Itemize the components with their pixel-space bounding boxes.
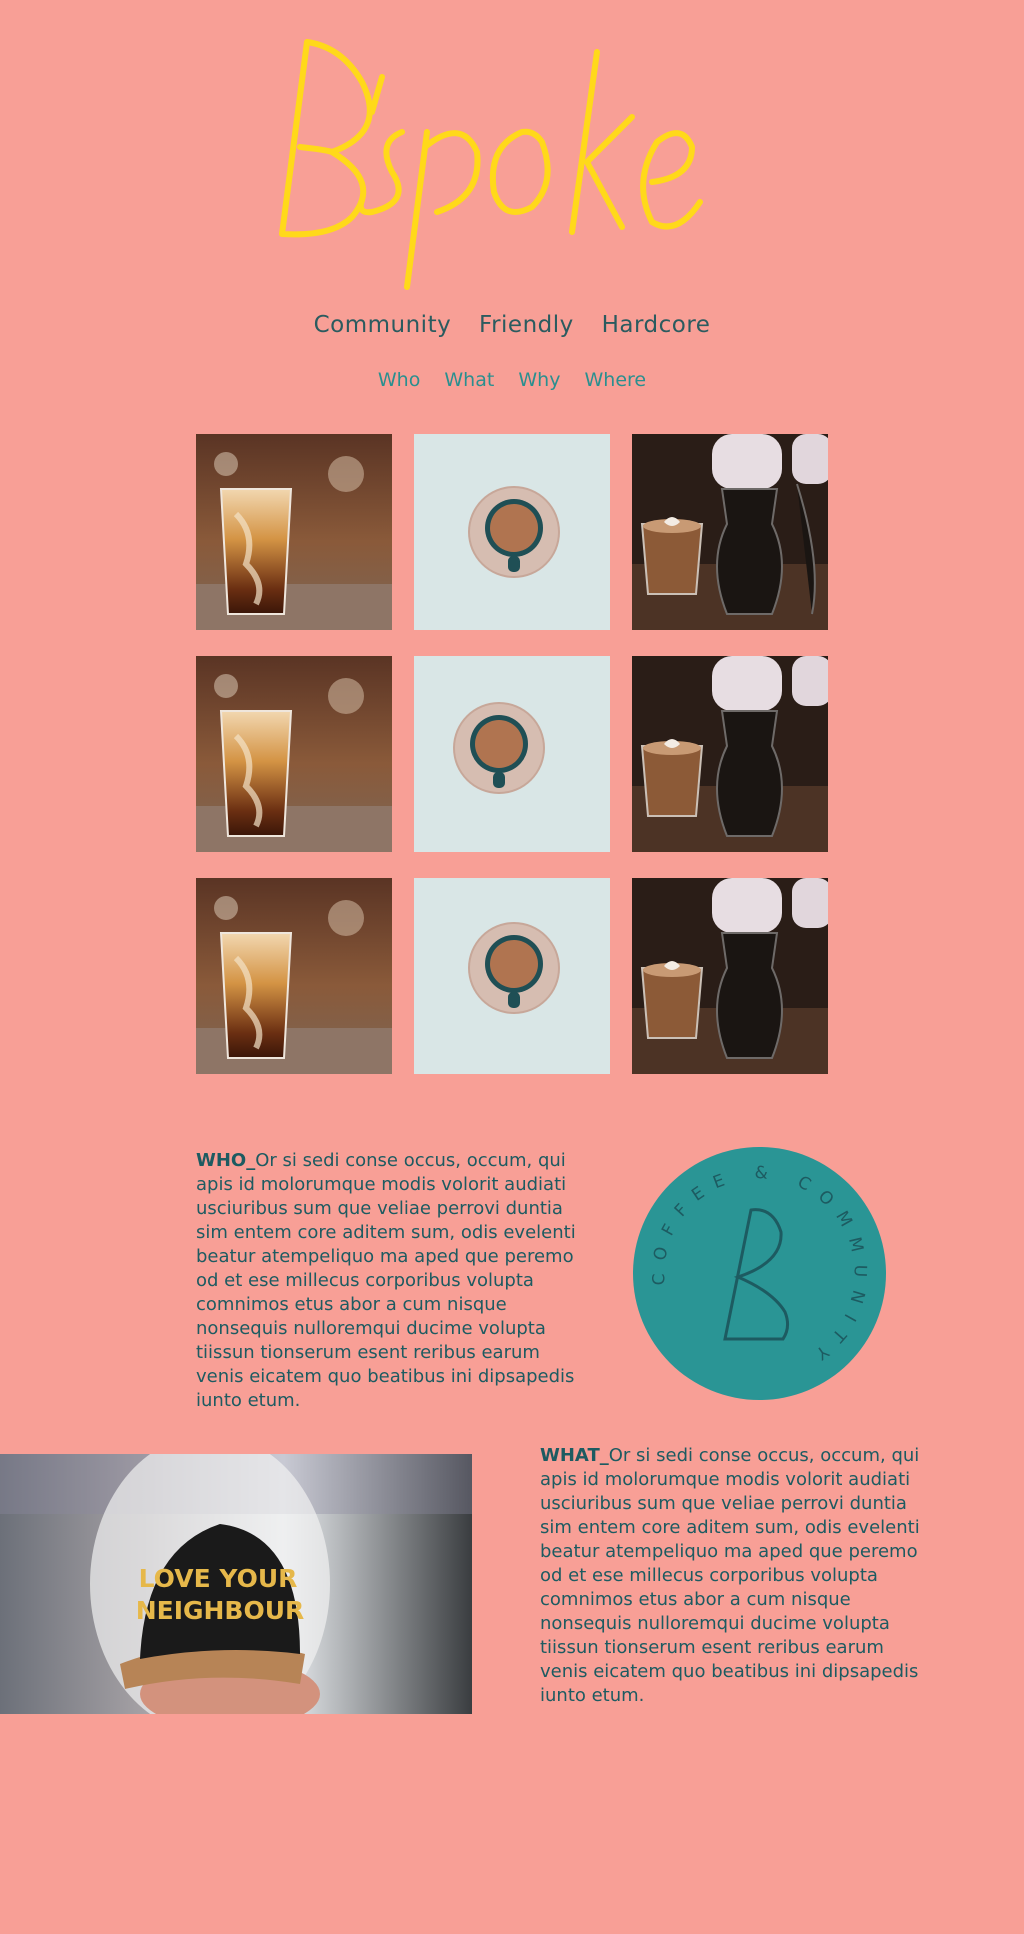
coffee-community-badge: COFFEE & COMMUNITY B	[633, 1147, 886, 1400]
tagline-hardcore: Hardcore	[601, 312, 711, 338]
gallery-latte-carafes-image[interactable]	[632, 656, 828, 852]
tagline-community: Community	[313, 312, 452, 338]
gallery-espresso-cup-image[interactable]	[414, 656, 610, 852]
cap-text-line1: LOVE YOUR	[139, 1564, 298, 1593]
brand-logo[interactable]	[0, 22, 1024, 302]
badge-letter: B	[633, 1147, 634, 1148]
who-body: Or si sedi conse occus, occum, qui apis …	[196, 1150, 576, 1411]
who-section: WHO_Or si sedi conse occus, occum, qui a…	[196, 1149, 586, 1413]
gallery-latte-carafes-image[interactable]	[632, 434, 828, 630]
cap-text-line2: NEIGHBOUR	[136, 1596, 305, 1625]
gallery-espresso-cup-image[interactable]	[414, 878, 610, 1074]
what-heading: WHAT_	[540, 1445, 609, 1466]
what-section: WHAT_Or si sedi conse occus, occum, qui …	[540, 1444, 930, 1708]
gallery-latte-carafes-image[interactable]	[632, 878, 828, 1074]
gallery-iced-coffee-image[interactable]	[196, 434, 392, 630]
nav-what[interactable]: What	[444, 369, 494, 391]
what-body: Or si sedi conse occus, occum, qui apis …	[540, 1445, 920, 1706]
gallery-iced-coffee-image[interactable]	[196, 656, 392, 852]
nav-where[interactable]: Where	[584, 369, 646, 391]
tagline-friendly: Friendly	[479, 312, 574, 338]
love-your-neighbour-cap-image: LOVE YOUR NEIGHBOUR	[0, 1454, 472, 1714]
nav-who[interactable]: Who	[378, 369, 420, 391]
who-heading: WHO_	[196, 1150, 256, 1171]
main-nav: Who What Why Where	[0, 369, 1024, 391]
photo-gallery	[196, 434, 829, 1074]
gallery-iced-coffee-image[interactable]	[196, 878, 392, 1074]
tagline: Community Friendly Hardcore	[0, 312, 1024, 338]
gallery-espresso-cup-image[interactable]	[414, 434, 610, 630]
nav-why[interactable]: Why	[518, 369, 560, 391]
